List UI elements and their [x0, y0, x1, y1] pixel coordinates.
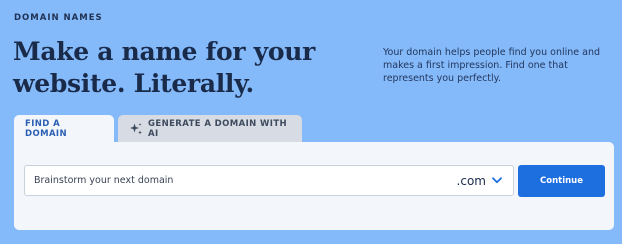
- headline-line-2: website. Literally.: [13, 69, 254, 98]
- tab-generate-domain-ai[interactable]: GENERATE A DOMAIN WITH AI: [118, 115, 302, 142]
- intro-blurb: Your domain helps people find you online…: [383, 47, 601, 84]
- domain-search-input[interactable]: [25, 165, 457, 196]
- tab-find-a-domain[interactable]: FIND A DOMAIN: [14, 115, 114, 142]
- chevron-down-icon: [492, 177, 502, 184]
- search-mode-tabs: FIND A DOMAIN GENERATE A DOMAIN WITH AI: [14, 115, 302, 142]
- section-eyebrow: DOMAIN NAMES: [14, 13, 103, 23]
- tab-find-a-domain-label: FIND A DOMAIN: [25, 118, 67, 139]
- domain-search-box: .com: [24, 165, 514, 196]
- headline-line-1: Make a name for your: [13, 37, 315, 66]
- tld-dropdown[interactable]: .com: [457, 174, 513, 188]
- tld-selected-value: .com: [456, 173, 486, 188]
- sparkle-icon: [129, 122, 143, 136]
- domain-search-panel: .com Continue: [14, 142, 614, 230]
- tab-generate-domain-ai-label: GENERATE A DOMAIN WITH AI: [148, 118, 288, 139]
- continue-button[interactable]: Continue: [518, 165, 605, 197]
- page-headline: Make a name for your website. Literally.: [13, 36, 343, 100]
